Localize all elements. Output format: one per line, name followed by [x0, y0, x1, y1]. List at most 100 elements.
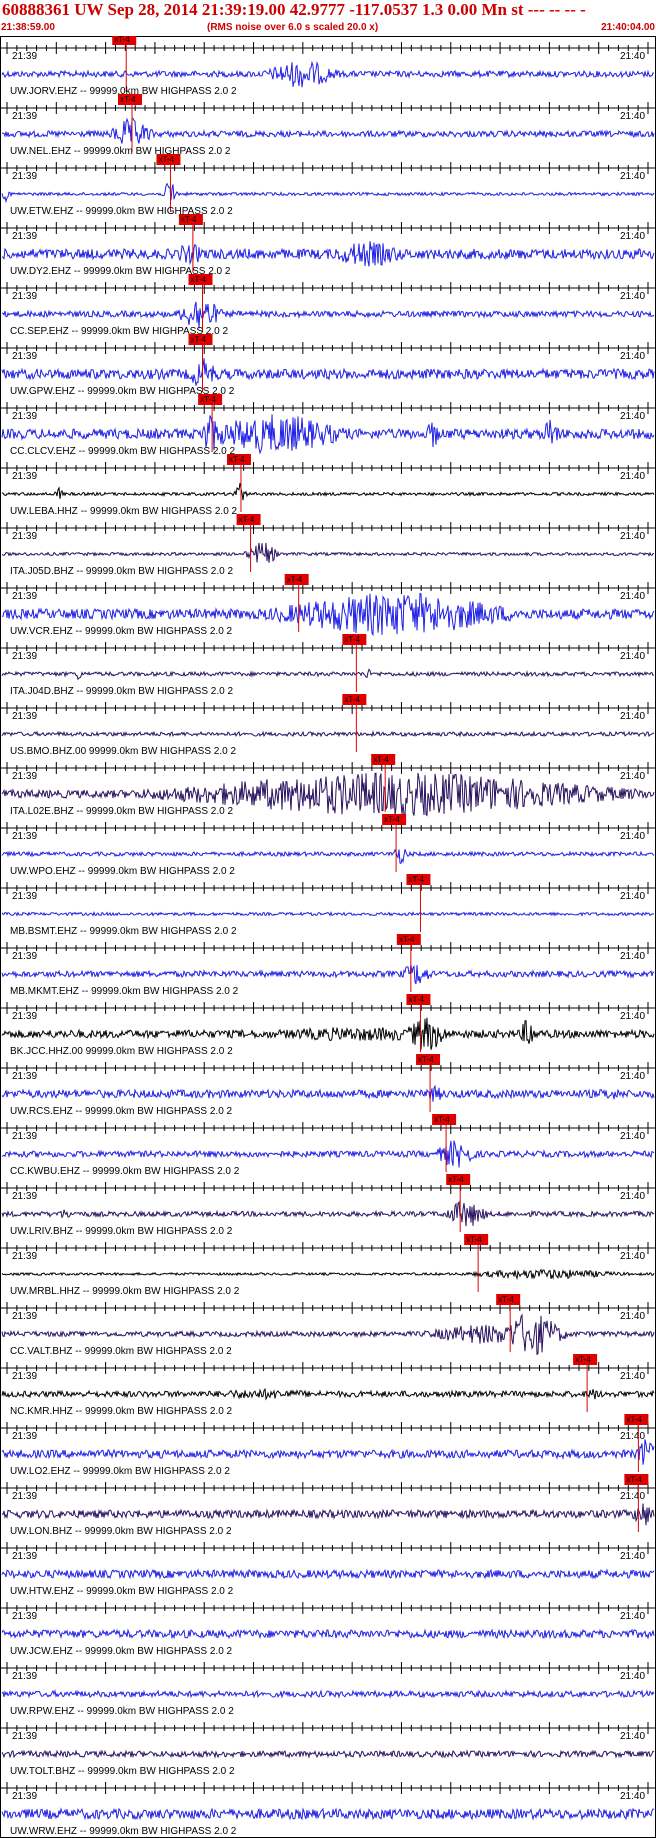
trace-24: 21:39 21:40 xT-4 UW.LON.BHZ -- 99999.0km BW… — [0, 1474, 656, 1537]
waveform — [1, 301, 655, 329]
pick-label: xT-4 — [384, 815, 400, 824]
pick-label: xT-4 — [399, 935, 415, 944]
time-label-right: 21:40 — [620, 411, 645, 422]
time-label-left: 21:39 — [12, 51, 37, 62]
trace-10: 21:39 21:40 xT-4 ITA.J04D.BHZ -- 99999.0km … — [0, 634, 656, 697]
pick-label: xT-4 — [344, 695, 360, 704]
pick-label: xT-4 — [448, 1175, 464, 1184]
pick-label: xT-4 — [373, 755, 389, 764]
time-label-right: 21:40 — [620, 831, 645, 842]
pick-label: xT-4 — [344, 635, 360, 644]
time-label-left: 21:39 — [12, 951, 37, 962]
station-label: ITA.L02E.BHZ -- 99999.0km BW HIGHPASS 2.… — [10, 806, 233, 817]
waveform — [1, 1268, 655, 1280]
time-label-right: 21:40 — [620, 1431, 645, 1442]
time-label-left: 21:39 — [12, 111, 37, 122]
time-label-left: 21:39 — [12, 1191, 37, 1202]
waveform — [1, 1387, 655, 1401]
time-label-left: 21:39 — [12, 1251, 37, 1262]
station-label: UW.HTW.EHZ -- 99999.0km BW HIGHPASS 2.0 … — [10, 1586, 234, 1597]
station-label: UW.WRW.EHZ -- 99999.0km BW HIGHPASS 2.0 … — [10, 1826, 237, 1837]
waveform — [1, 1140, 655, 1168]
time-label-right: 21:40 — [620, 651, 645, 662]
trace-26: 21:39 21:40 UW.JCW.EHZ -- 99999.0km BW HIG… — [0, 1602, 656, 1657]
time-label-right: 21:40 — [620, 1311, 645, 1322]
waveform — [1, 358, 655, 386]
time-label-right: 21:40 — [620, 1011, 645, 1022]
time-label-left: 21:39 — [12, 1791, 37, 1802]
trace-7: 21:39 21:40 xT-4 UW.LEBA.HHZ -- 99999.0km B… — [0, 454, 656, 517]
trace-29: 21:39 21:40 UW.WRW.EHZ -- 99999.0km BW HIG… — [0, 1782, 656, 1837]
waveform — [1, 1017, 655, 1050]
waveform — [1, 910, 655, 917]
trace-15: 21:39 21:40 xT-4 MB.MKMT.EHZ -- 99999.0km B… — [0, 934, 656, 997]
time-label-right: 21:40 — [620, 291, 645, 302]
waveform — [1, 964, 655, 985]
time-label-right: 21:40 — [620, 471, 645, 482]
time-label-left: 21:39 — [12, 1731, 37, 1742]
station-label: US.BMO.BHZ.00 99999.0km BW HIGHPASS 2.0 … — [10, 746, 236, 757]
plot-header: 60888361 UW Sep 28, 2014 21:39:19.00 42.… — [0, 0, 656, 36]
station-label: ITA.J04D.BHZ -- 99999.0km BW HIGHPASS 2.… — [10, 686, 233, 697]
start-time: 21:38:59.00 — [1, 22, 55, 33]
time-label-left: 21:39 — [12, 1131, 37, 1142]
station-label: UW.LEBA.HHZ -- 99999.0km BW HIGHPASS 2.0… — [10, 506, 238, 517]
waveform — [1, 1084, 655, 1102]
trace-21: 21:39 21:40 xT-4 CC.VALT.BHZ -- 99999.0km B… — [0, 1294, 656, 1357]
time-label-left: 21:39 — [12, 231, 37, 242]
time-label-right: 21:40 — [620, 1191, 645, 1202]
time-label-right: 21:40 — [620, 1491, 645, 1502]
event-title: 60888361 UW Sep 28, 2014 21:39:19.00 42.… — [2, 0, 586, 19]
pick-label: xT-4 — [626, 1475, 642, 1484]
time-label-left: 21:39 — [12, 591, 37, 602]
pick-label: xT-4 — [575, 1355, 591, 1364]
trace-22: 21:39 21:40 xT-4 NC.KMR.HHZ -- 99999.0km BW… — [0, 1354, 656, 1417]
waveform — [1, 1503, 655, 1526]
station-label: UW.LRIV.BHZ -- 99999.0km BW HIGHPASS 2.0… — [10, 1226, 233, 1237]
waveform — [1, 182, 655, 204]
time-label-left: 21:39 — [12, 891, 37, 902]
station-label: UW.RCS.EHZ -- 99999.0km BW HIGHPASS 2.0 … — [10, 1106, 233, 1117]
station-label: UW.MRBL.HHZ -- 99999.0km BW HIGHPASS 2.0… — [10, 1286, 240, 1297]
trace-3: 21:39 21:40xT-4UW.DY2.EHZ -- 99999.0km BW… — [0, 214, 656, 277]
time-label-right: 21:40 — [620, 1791, 645, 1802]
waveform — [1, 730, 655, 738]
waveform — [1, 117, 655, 144]
time-label-left: 21:39 — [12, 411, 37, 422]
station-label: NC.KMR.HHZ -- 99999.0km BW HIGHPASS 2.0 … — [10, 1406, 233, 1417]
pick-label: xT-4 — [626, 1415, 642, 1424]
trace-1: 21:39 21:40 xT-4 UW.NEL.EHZ -- 99999.0km BW… — [0, 94, 656, 157]
time-label-right: 21:40 — [620, 1671, 645, 1682]
time-label-right: 21:40 — [620, 1131, 645, 1142]
time-label-left: 21:39 — [12, 171, 37, 182]
station-label: CC.CLCV.EHZ -- 99999.0km BW HIGHPASS 2.0… — [10, 446, 236, 457]
time-label-right: 21:40 — [620, 171, 645, 182]
station-label: UW.LON.BHZ -- 99999.0km BW HIGHPASS 2.0 … — [10, 1526, 232, 1537]
pick-label: xT-4 — [191, 335, 207, 344]
pick-label: xT-4 — [200, 395, 216, 404]
time-label-left: 21:39 — [12, 1071, 37, 1082]
station-label: CC.KWBU.EHZ -- 99999.0km BW HIGHPASS 2.0… — [10, 1166, 240, 1177]
time-label-right: 21:40 — [620, 1071, 645, 1082]
waveform — [1, 668, 655, 681]
time-label-left: 21:39 — [12, 1011, 37, 1022]
time-label-right: 21:40 — [620, 891, 645, 902]
waveform — [1, 1568, 655, 1580]
waveform — [1, 1749, 655, 1759]
station-label: UW.RPW.EHZ -- 99999.0km BW HIGHPASS 2.0 … — [10, 1706, 234, 1717]
waveform — [1, 542, 655, 563]
station-label: UW.NEL.EHZ -- 99999.0km BW HIGHPASS 2.0 … — [10, 146, 231, 157]
pick-label: xT-4 — [120, 95, 136, 104]
station-label: UW.LO2.EHZ -- 99999.0km BW HIGHPASS 2.0 … — [10, 1466, 230, 1477]
time-label-left: 21:39 — [12, 651, 37, 662]
trace-6: 21:39 21:40 xT-4 CC.CLCV.EHZ -- 99999.0km B… — [0, 394, 656, 457]
waveform — [1, 1439, 655, 1465]
pick-label: xT-4 — [181, 215, 197, 224]
time-label-left: 21:39 — [12, 531, 37, 542]
station-label: UW.WPO.EHZ -- 99999.0km BW HIGHPASS 2.0 … — [10, 866, 235, 877]
time-label-left: 21:39 — [12, 831, 37, 842]
trace-16: 21:39 21:40 xT-4 BK.JCC.HHZ.00 99999.0km BW… — [0, 994, 656, 1057]
time-label-right: 21:40 — [620, 1731, 645, 1742]
waveform — [1, 1807, 655, 1821]
waveform — [1, 60, 655, 88]
